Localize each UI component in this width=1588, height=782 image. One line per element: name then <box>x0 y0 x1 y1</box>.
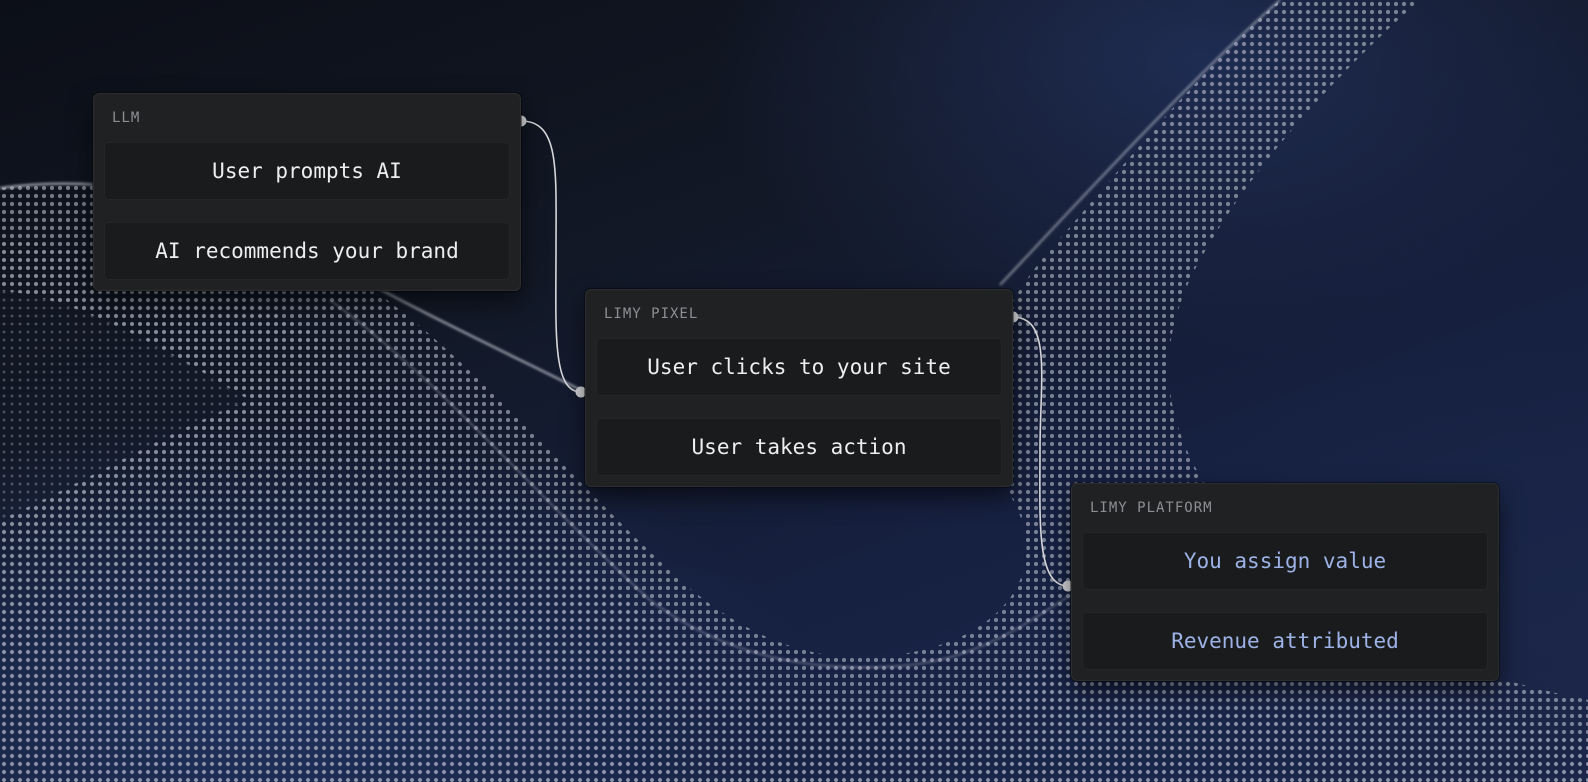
node-row[interactable]: User prompts AI <box>104 142 510 200</box>
node-row[interactable]: Revenue attributed <box>1082 612 1488 670</box>
node-llm[interactable]: LLM User prompts AI AI recommends your b… <box>93 93 521 291</box>
node-limy-platform[interactable]: LIMY PLATFORM You assign value Revenue a… <box>1071 483 1499 681</box>
node-row[interactable]: AI recommends your brand <box>104 222 510 280</box>
node-label: LIMY PLATFORM <box>1090 500 1213 516</box>
node-label: LLM <box>112 110 141 126</box>
node-label: LIMY PIXEL <box>604 306 699 322</box>
diagram-canvas: LLM User prompts AI AI recommends your b… <box>0 0 1588 782</box>
node-limy-pixel[interactable]: LIMY PIXEL User clicks to your site User… <box>585 289 1013 487</box>
node-row[interactable]: You assign value <box>1082 532 1488 590</box>
node-row[interactable]: User takes action <box>596 418 1002 476</box>
node-row[interactable]: User clicks to your site <box>596 338 1002 396</box>
connector-llm-to-pixel <box>520 120 582 393</box>
